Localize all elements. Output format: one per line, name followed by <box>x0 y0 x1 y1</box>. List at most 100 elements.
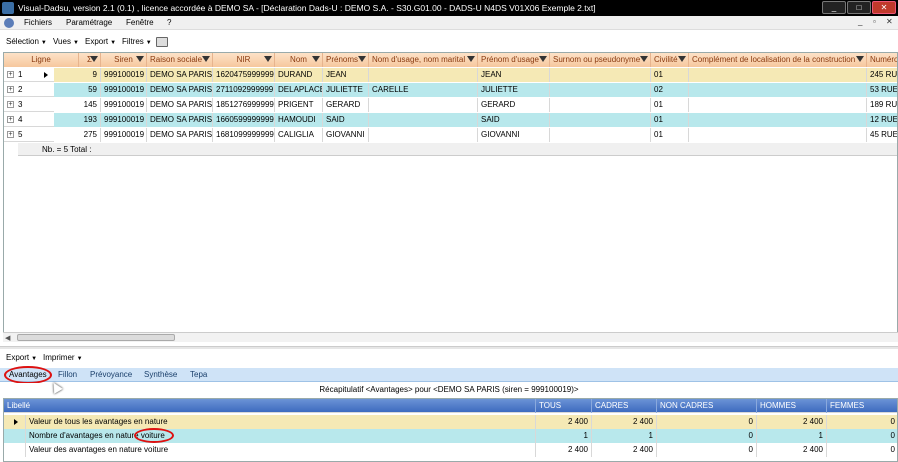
table-row[interactable]: +1 9 999100019 DEMO SA PARIS 16204759999… <box>4 68 897 82</box>
app-icon <box>2 2 14 14</box>
child-minimize-button[interactable]: _ <box>858 17 862 26</box>
recap-row[interactable]: Valeur de tous les avantages en nature 2… <box>4 415 897 429</box>
filtres-menu[interactable]: Filtres ▼ <box>122 37 152 46</box>
surnom-cell <box>550 98 651 112</box>
col-header-surnom[interactable]: Surnom ou pseudonyme <box>550 53 651 67</box>
expand-icon[interactable]: + <box>7 101 14 108</box>
col-header-hommes[interactable]: HOMMES <box>757 399 827 413</box>
filter-icon[interactable] <box>358 56 366 62</box>
tab-tepa[interactable]: Tepa <box>190 370 207 379</box>
raison-cell: DEMO SA PARIS <box>147 113 213 127</box>
annotation-circle <box>134 428 174 443</box>
expand-icon[interactable]: + <box>7 131 14 138</box>
recap-row[interactable]: Valeur des avantages en nature voiture 2… <box>4 443 897 457</box>
numero-cell: 53 RUE <box>867 83 897 97</box>
siren-cell: 999100019 <box>101 113 147 127</box>
close-button[interactable]: ✕ <box>872 1 896 14</box>
filter-icon[interactable] <box>856 56 864 62</box>
nom-cell: HAMOUDI <box>275 113 323 127</box>
chevron-down-icon: ▼ <box>76 356 83 362</box>
lower-export-menu[interactable]: Export ▼ <box>6 353 37 362</box>
selection-menu[interactable]: Sélection ▼ <box>6 37 47 46</box>
col-header-cadres[interactable]: CADRES <box>592 399 657 413</box>
maximize-button[interactable]: □ <box>847 1 871 14</box>
libelle-cell: Nombre d'avantages en nature voiture <box>26 429 536 443</box>
col-header-nom[interactable]: Nom <box>275 53 323 67</box>
menu-fichiers[interactable]: Fichiers <box>24 18 52 27</box>
menu-bar: Fichiers Paramétrage Fenêtre ? _ ▫ ✕ <box>0 16 898 30</box>
non-cadres-cell: 0 <box>657 443 757 457</box>
row-number-cell: +2 <box>4 83 54 97</box>
scroll-left-icon[interactable]: ◀ <box>5 334 10 342</box>
filter-icon[interactable] <box>136 56 144 62</box>
col-header-complement[interactable]: Complément de localisation de la constru… <box>689 53 867 67</box>
surnom-label: Surnom ou pseudonyme <box>553 55 641 64</box>
filter-icon[interactable] <box>202 56 210 62</box>
filter-icon[interactable] <box>90 56 98 62</box>
printer-icon[interactable] <box>156 37 168 47</box>
col-header-numero[interactable]: Numéro <box>867 53 897 67</box>
col-header-ligne[interactable]: Ligne <box>4 53 79 67</box>
menu-help[interactable]: ? <box>167 18 171 27</box>
col-header-prenom-usage[interactable]: Prénom d'usage <box>478 53 550 67</box>
minimize-button[interactable]: _ <box>822 1 846 14</box>
complement-label: Complément de localisation de la constru… <box>692 55 856 64</box>
tab-fillon[interactable]: Fillon <box>58 370 77 379</box>
table-row[interactable]: +5 275 999100019 DEMO SA PARIS 168109999… <box>4 128 897 142</box>
export-menu[interactable]: Export ▼ <box>85 37 116 46</box>
col-header-sigma[interactable]: Σ <box>79 53 101 67</box>
child-close-button[interactable]: ✕ <box>886 17 893 26</box>
pane-splitter[interactable] <box>0 346 898 349</box>
col-header-civilite[interactable]: Civilité <box>651 53 689 67</box>
tous-cell: 2 400 <box>536 443 592 457</box>
tab-synthese[interactable]: Synthèse <box>144 370 177 379</box>
nom-usage-cell <box>369 113 478 127</box>
raison-cell: DEMO SA PARIS <box>147 128 213 142</box>
col-header-tous[interactable]: TOUS <box>536 399 592 413</box>
expand-icon[interactable]: + <box>7 71 14 78</box>
menu-fenetre[interactable]: Fenêtre <box>126 18 154 27</box>
horizontal-scrollbar[interactable]: ◀ <box>3 332 898 342</box>
filter-icon[interactable] <box>678 56 686 62</box>
tous-cell: 1 <box>536 429 592 443</box>
col-header-siren[interactable]: Siren <box>101 53 147 67</box>
col-header-femmes[interactable]: FEMMES <box>827 399 897 413</box>
col-header-non-cadres[interactable]: NON CADRES <box>657 399 757 413</box>
complement-cell <box>689 113 867 127</box>
grid-summary-row: Nb. = 5 Total : <box>18 143 897 156</box>
filter-icon[interactable] <box>539 56 547 62</box>
row-number: 3 <box>18 100 23 109</box>
siren-label: Siren <box>114 55 133 64</box>
imprimer-menu[interactable]: Imprimer ▼ <box>43 353 83 362</box>
table-row[interactable]: +3 145 999100019 DEMO SA PARIS 185127699… <box>4 98 897 112</box>
sigma-cell: 193 <box>54 113 101 127</box>
vues-menu[interactable]: Vues ▼ <box>53 37 79 46</box>
app-menu-icon[interactable] <box>4 18 14 28</box>
non-cadres-cell: 0 <box>657 415 757 429</box>
filter-icon[interactable] <box>264 56 272 62</box>
child-restore-button[interactable]: ▫ <box>873 17 876 26</box>
expand-icon[interactable]: + <box>7 86 14 93</box>
filter-icon[interactable] <box>312 56 320 62</box>
chevron-down-icon: ▼ <box>72 40 79 46</box>
filter-icon[interactable] <box>467 56 475 62</box>
siren-cell: 999100019 <box>101 68 147 82</box>
scroll-thumb[interactable] <box>17 334 175 341</box>
chevron-down-icon: ▼ <box>110 40 117 46</box>
filter-icon[interactable] <box>640 56 648 62</box>
col-header-prenoms[interactable]: Prénoms <box>323 53 369 67</box>
table-row[interactable]: +2 59 999100019 DEMO SA PARIS 2711092999… <box>4 83 897 97</box>
tab-prevoyance[interactable]: Prévoyance <box>90 370 132 379</box>
col-header-raison-sociale[interactable]: Raison sociale <box>147 53 213 67</box>
prenoms-cell: GERARD <box>323 98 369 112</box>
menu-parametrage[interactable]: Paramétrage <box>66 18 112 27</box>
col-header-nir[interactable]: NIR <box>213 53 275 67</box>
col-header-nom-usage[interactable]: Nom d'usage, nom marital <box>369 53 478 67</box>
expand-icon[interactable]: + <box>7 116 14 123</box>
nom-label: Nom <box>290 55 307 64</box>
col-header-libelle[interactable]: Libellé <box>4 399 536 413</box>
row-selector-cell <box>4 415 26 429</box>
complement-cell <box>689 68 867 82</box>
table-row[interactable]: +4 193 999100019 DEMO SA PARIS 166059999… <box>4 113 897 127</box>
nir-cell: 2711092999999 <box>213 83 275 97</box>
